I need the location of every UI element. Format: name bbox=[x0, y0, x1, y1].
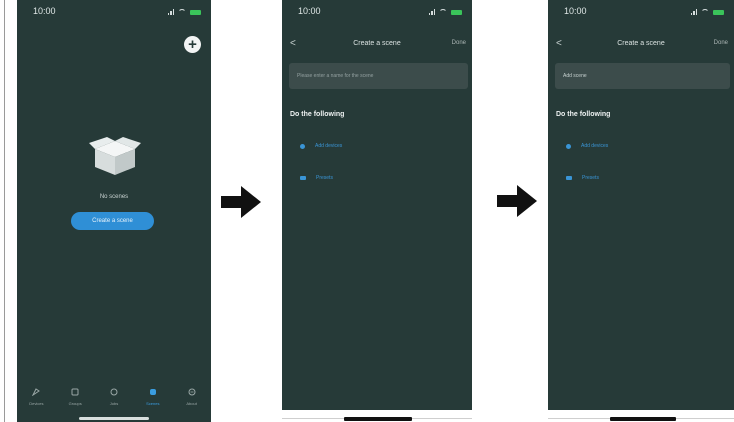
right-arrow-icon bbox=[497, 185, 537, 217]
tab-devices[interactable]: Devices bbox=[17, 386, 56, 416]
add-devices-icon bbox=[566, 143, 571, 149]
section-heading: Do the following bbox=[556, 111, 611, 118]
scenes-icon bbox=[149, 389, 156, 395]
create-scene-screen-filled: 10:00 < Create a scene Done Add scene Do… bbox=[548, 0, 734, 410]
home-indicator bbox=[79, 417, 149, 420]
presets-option[interactable]: Presets bbox=[300, 175, 333, 181]
tab-label: Scenes bbox=[146, 401, 160, 406]
battery-icon bbox=[451, 9, 462, 15]
wifi-icon bbox=[439, 9, 447, 15]
right-arrow-icon bbox=[221, 186, 261, 218]
add-devices-option[interactable]: Add devices bbox=[566, 143, 608, 149]
status-bar: 10:00 bbox=[17, 6, 211, 20]
scene-name-input[interactable]: Please enter a name for the scene bbox=[289, 63, 468, 89]
add-devices-option[interactable]: Add devices bbox=[300, 143, 342, 149]
battery-icon bbox=[713, 9, 724, 15]
section-heading: Do the following bbox=[290, 111, 345, 118]
wifi-icon bbox=[178, 9, 186, 15]
plus-circle-icon: + bbox=[188, 36, 197, 53]
tab-label: Groups bbox=[68, 401, 82, 406]
empty-box-icon bbox=[89, 137, 141, 175]
tab-bar: Devices Groups Jobs Scenes About bbox=[17, 386, 211, 416]
devices-icon bbox=[32, 388, 41, 396]
status-time: 10:00 bbox=[298, 6, 321, 16]
page-title: Create a scene bbox=[617, 40, 665, 47]
tab-label: Jobs bbox=[109, 401, 119, 406]
scene-name-input[interactable]: Add scene bbox=[555, 63, 730, 89]
option-label: Presets bbox=[582, 175, 599, 181]
page-title: Create a scene bbox=[353, 40, 401, 47]
status-icons bbox=[428, 9, 462, 15]
home-indicator bbox=[610, 417, 676, 421]
option-label: Add devices bbox=[581, 143, 609, 149]
nav-bar: < Create a scene Done bbox=[548, 38, 734, 52]
tab-jobs[interactable]: Jobs bbox=[95, 386, 134, 416]
status-icons bbox=[690, 9, 724, 15]
signal-icon bbox=[690, 9, 697, 15]
wifi-icon bbox=[701, 9, 709, 15]
add-scene-button[interactable]: + bbox=[184, 36, 201, 53]
signal-icon bbox=[428, 9, 435, 15]
tab-label: Devices bbox=[29, 401, 44, 406]
presets-icon bbox=[566, 176, 572, 180]
tab-groups[interactable]: Groups bbox=[56, 386, 95, 416]
status-time: 10:00 bbox=[564, 6, 587, 16]
signal-icon bbox=[167, 9, 174, 15]
jobs-icon bbox=[110, 388, 118, 396]
groups-icon bbox=[71, 388, 79, 396]
home-indicator bbox=[344, 417, 412, 421]
about-icon bbox=[188, 388, 196, 396]
tab-scenes[interactable]: Scenes bbox=[133, 386, 172, 416]
add-devices-icon bbox=[300, 143, 305, 149]
tab-about[interactable]: About bbox=[172, 386, 211, 416]
page-divider bbox=[4, 0, 5, 422]
nav-bar: < Create a scene Done bbox=[282, 38, 472, 52]
status-time: 10:00 bbox=[33, 6, 56, 16]
scenes-screen: 10:00 + No scenes Create a scene Devices… bbox=[17, 0, 211, 422]
create-scene-button[interactable]: Create a scene bbox=[71, 212, 154, 230]
status-bar: 10:00 bbox=[548, 6, 734, 20]
option-label: Presets bbox=[316, 175, 333, 181]
status-icons bbox=[167, 9, 201, 15]
tab-label: About bbox=[186, 401, 197, 406]
presets-icon bbox=[300, 176, 306, 180]
status-bar: 10:00 bbox=[282, 6, 472, 20]
option-label: Add devices bbox=[315, 143, 343, 149]
done-button[interactable]: Done bbox=[452, 40, 466, 46]
presets-option[interactable]: Presets bbox=[566, 175, 599, 181]
done-button[interactable]: Done bbox=[714, 40, 728, 46]
battery-icon bbox=[190, 9, 201, 15]
empty-state-text: No scenes bbox=[99, 194, 129, 200]
create-scene-screen-empty: 10:00 < Create a scene Done Please enter… bbox=[282, 0, 472, 410]
